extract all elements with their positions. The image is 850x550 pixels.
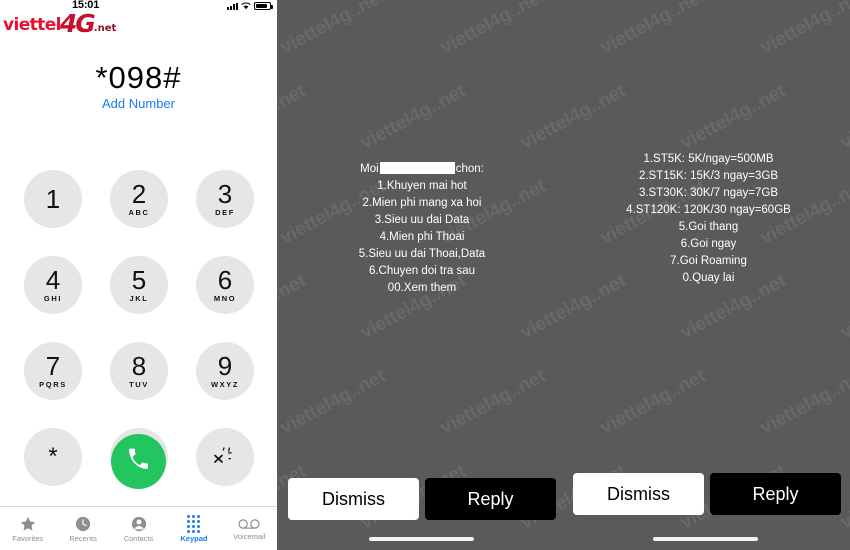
key-digit: 2 [131,179,147,210]
ussd-2-actions: Dismiss Reply [573,473,841,515]
ussd-line: 1.Khuyen mai hot [377,180,467,192]
ussd-line: 3.Sieu uu dai Data [374,214,470,226]
ussd-line: 1.ST5K: 5K/ngay=500MB [643,153,774,165]
tab-favorites[interactable]: Favorites [0,515,55,543]
logo-4g: 4G [59,9,96,38]
key-digit: 6 [217,265,233,296]
ussd-line: 00.Xem them [387,282,457,294]
tab-voicemail[interactable]: Voicemail [222,517,277,541]
key-letters: GHI [43,294,63,304]
key-digit: * [48,443,58,470]
tab-label: Favorites [12,533,44,543]
screenshot-root: 15:01 viettel 4G .net *098# Add Number 1… [0,0,850,550]
key-digit: 5 [131,265,147,296]
phone-dialer-panel: 15:01 viettel 4G .net *098# Add Number 1… [0,0,277,550]
ussd-line: 6.Chuyen doi tra sau [368,265,476,277]
key-letters: MNO [213,294,237,304]
ussd-dialog-2: 1.ST5K: 5K/ngay=500MB 2.ST15K: 15K/3 nga… [567,0,850,550]
key-digit: 8 [131,351,147,382]
ussd-1-actions: Dismiss Reply [288,478,556,520]
key-letters: TUV [129,380,149,390]
ussd-line: 0.Quay lai [682,272,735,284]
backspace-delete-icon [201,449,229,473]
ussd-line: 4.Mien phi Thoai [379,231,465,243]
key-digit: 7 [45,351,61,382]
home-indicator[interactable] [369,537,474,541]
person-circle-icon [130,515,148,533]
ussd-message-2: 1.ST5K: 5K/ngay=500MB 2.ST15K: 15K/3 nga… [567,151,850,287]
dialpad-key-6[interactable]: 6 MNO [196,256,254,314]
logo-net: .net [93,23,117,34]
dialpad-key-4[interactable]: 4 GHI [24,256,82,314]
ussd-line: Moi chon: [277,161,567,178]
ussd-dialog-1: Moi chon: 1.Khuyen mai hot 2.Mien phi man… [277,0,567,550]
ussd-line: 4.ST120K: 120K/30 ngay=60GB [626,204,791,216]
dialpad-key-8[interactable]: 8 TUV [110,342,168,400]
ussd-line: 6.Goi ngay [680,238,737,250]
tab-label: Contacts [123,533,154,543]
key-digit: 3 [217,179,233,210]
status-indicators [227,2,273,10]
reply-button[interactable]: Reply [710,473,841,515]
tab-recents[interactable]: Recents [55,515,110,543]
logo-word: viettel [3,15,61,35]
ussd-line: 7.Goi Roaming [670,255,747,267]
ussd-line: 2.Mien phi mang xa hoi [362,197,482,209]
dismiss-button[interactable]: Dismiss [288,478,419,520]
dialpad-key-3[interactable]: 3 DEF [196,170,254,228]
reply-button[interactable]: Reply [425,478,556,520]
dialpad-key-2[interactable]: 2 ABC [110,170,168,228]
dialpad-dots-icon [187,514,201,533]
ussd-message-1: Moi chon: 1.Khuyen mai hot 2.Mien phi man… [277,161,567,297]
voicemail-icon [238,517,260,531]
ussd-line: 5.Goi thang [678,221,739,233]
call-button[interactable] [111,434,166,489]
dialpad-key-5[interactable]: 5 JKL [110,256,168,314]
key-digit: 4 [45,265,61,296]
key-digit: 9 [217,351,233,382]
phone-call-icon [126,447,151,477]
dismiss-button[interactable]: Dismiss [573,473,704,515]
key-letters: JKL [129,294,149,304]
tab-contacts[interactable]: Contacts [111,515,166,543]
wifi-icon [241,2,251,10]
ussd-line-prefix: Moi [360,163,379,175]
tab-label: Recents [69,533,97,543]
bottom-tab-bar: Favorites Recents Contacts Keypad Voicemail [0,506,277,550]
ussd-line-suffix: chon: [455,163,484,175]
home-indicator[interactable] [653,537,758,541]
dialpad-key-1[interactable]: 1 [24,170,82,228]
redaction-box [379,162,455,174]
viettel-logo: viettel 4G .net [3,9,117,38]
dialpad-key-9[interactable]: 9 WXYZ [196,342,254,400]
dialpad-key-star[interactable]: * [24,428,82,486]
tab-label: Voicemail [233,531,266,541]
star-icon [19,515,37,533]
ussd-line: 3.ST30K: 30K/7 ngay=7GB [638,187,779,199]
add-number-link[interactable]: Add Number [0,96,277,111]
tab-label: Keypad [180,533,208,543]
ussd-line: 2.ST15K: 15K/3 ngay=3GB [638,170,779,182]
battery-icon [254,2,273,10]
key-digit: 1 [45,184,61,214]
key-letters: WXYZ [210,380,240,390]
delete-backspace-button[interactable] [200,450,230,472]
dialpad-key-7[interactable]: 7 PQRS [24,342,82,400]
key-letters: DEF [215,208,235,218]
key-letters: ABC [128,208,150,218]
ussd-line: 5.Sieu uu dai Thoai,Data [358,248,486,260]
ussd-dialog-area: viettel4g..net viettel4g..net viettel4g..n… [277,0,850,550]
key-letters: PQRS [39,380,67,390]
dialed-number-display: *098# [95,60,182,95]
clock-icon [74,515,92,533]
signal-bars-icon [227,2,238,10]
tab-keypad[interactable]: Keypad [166,514,221,543]
